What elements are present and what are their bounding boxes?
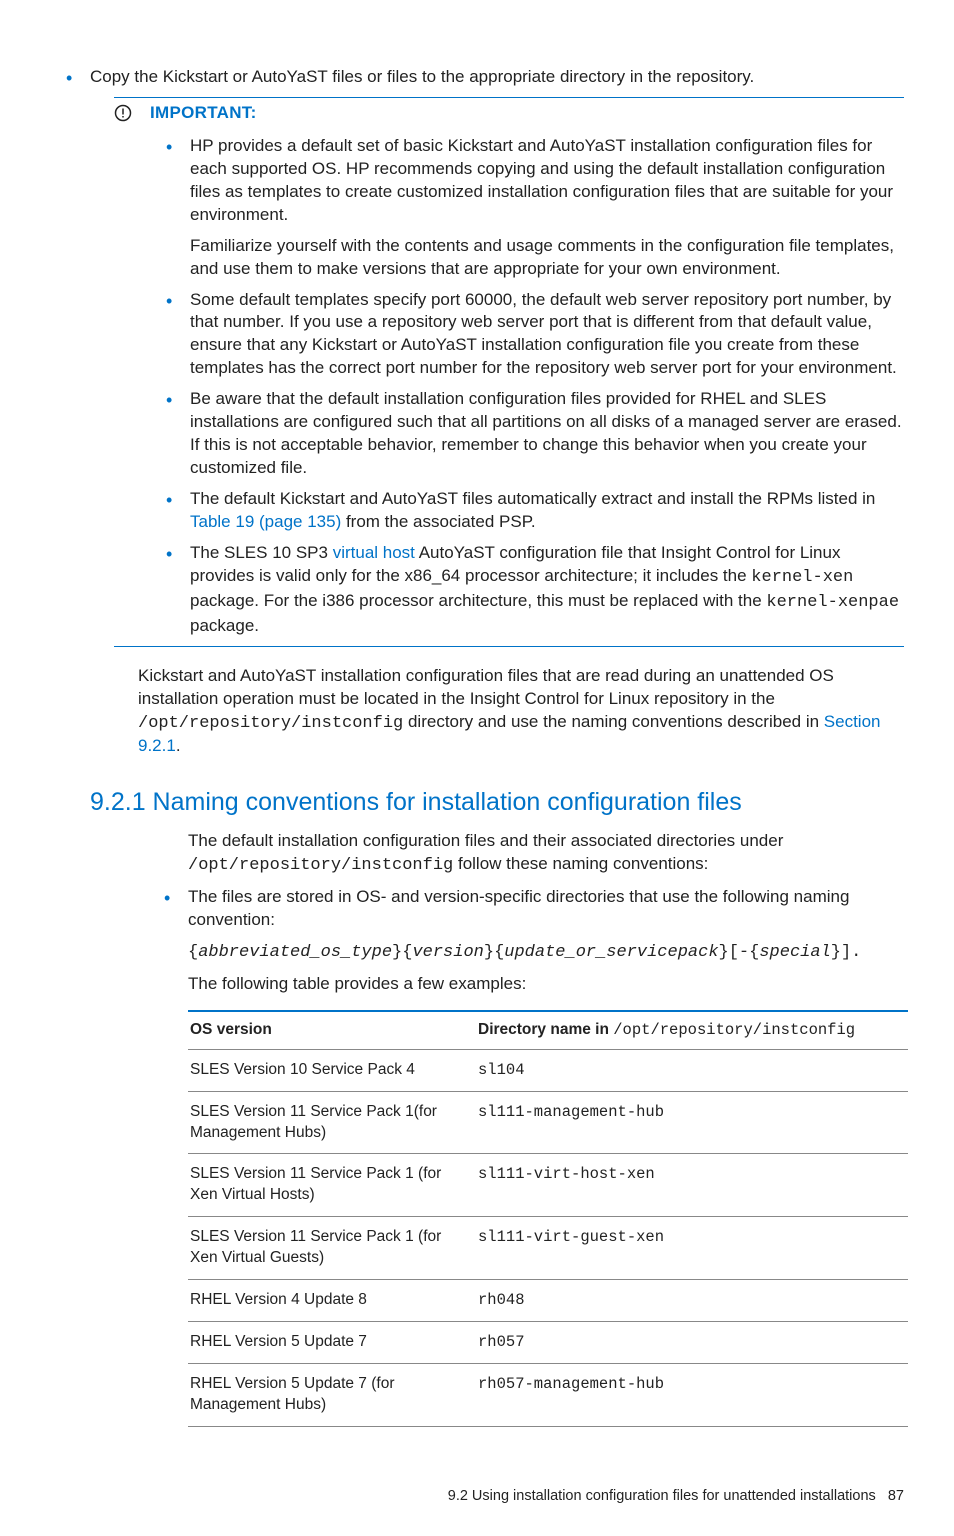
placeholder: version bbox=[412, 943, 483, 962]
page-number: 87 bbox=[888, 1488, 904, 1504]
os-version-cell: SLES Version 11 Service Pack 1(for Manag… bbox=[188, 1091, 476, 1154]
placeholder: update_or_servicepack bbox=[504, 943, 718, 962]
directory-cell: sl111-virt-guest-xen bbox=[476, 1217, 908, 1280]
os-version-cell: RHEL Version 5 Update 7 bbox=[188, 1322, 476, 1364]
directory-cell: rh057 bbox=[476, 1322, 908, 1364]
table-row: RHEL Version 4 Update 8rh048 bbox=[188, 1280, 908, 1322]
text: The default Kickstart and AutoYaST files… bbox=[190, 489, 875, 508]
table-row: SLES Version 10 Service Pack 4sl104 bbox=[188, 1049, 908, 1091]
placeholder: special bbox=[759, 943, 830, 962]
important-label: IMPORTANT: bbox=[150, 102, 904, 125]
paragraph: HP provides a default set of basic Kicks… bbox=[190, 135, 904, 227]
text: package. bbox=[190, 616, 259, 635]
brace: }{ bbox=[392, 943, 412, 962]
brace: }[-{ bbox=[719, 943, 760, 962]
list-item: The default Kickstart and AutoYaST files… bbox=[150, 488, 904, 534]
footer-text: 9.2 Using installation configuration fil… bbox=[448, 1488, 876, 1504]
list-item: Copy the Kickstart or AutoYaST files or … bbox=[50, 66, 904, 89]
brace: }{ bbox=[484, 943, 504, 962]
table-row: RHEL Version 5 Update 7 (for Management … bbox=[188, 1363, 908, 1426]
paragraph: Kickstart and AutoYaST installation conf… bbox=[138, 665, 904, 759]
text: from the associated PSP. bbox=[341, 512, 535, 531]
text: The SLES 10 SP3 bbox=[190, 543, 333, 562]
top-bullet-list: Copy the Kickstart or AutoYaST files or … bbox=[50, 66, 904, 89]
list-item: HP provides a default set of basic Kicks… bbox=[150, 135, 904, 281]
code: /opt/repository/instconfig bbox=[613, 1021, 855, 1039]
table-reference-link[interactable]: Table 19 (page 135) bbox=[190, 512, 341, 531]
naming-examples-table: OS version Directory name in /opt/reposi… bbox=[188, 1010, 908, 1427]
table-header: OS version bbox=[188, 1011, 476, 1049]
directory-cell: rh048 bbox=[476, 1280, 908, 1322]
brace: }]. bbox=[831, 943, 862, 962]
paragraph: Familiarize yourself with the contents a… bbox=[190, 235, 904, 281]
alert-icon bbox=[114, 104, 132, 122]
text: follow these naming conventions: bbox=[453, 854, 708, 873]
table-row: SLES Version 11 Service Pack 1 (for Xen … bbox=[188, 1154, 908, 1217]
paragraph: Some default templates specify port 6000… bbox=[190, 289, 904, 381]
divider bbox=[114, 646, 904, 647]
section-heading: 9.2.1 Naming conventions for installatio… bbox=[90, 786, 904, 820]
directory-cell: sl111-management-hub bbox=[476, 1091, 908, 1154]
list-item: The SLES 10 SP3 virtual host AutoYaST co… bbox=[150, 542, 904, 638]
paragraph: The default installation configuration f… bbox=[188, 830, 904, 878]
code: /opt/repository/instconfig bbox=[138, 714, 403, 733]
section-bullet-list: The files are stored in OS- and version-… bbox=[148, 886, 904, 1427]
table-row: RHEL Version 5 Update 7rh057 bbox=[188, 1322, 908, 1364]
page-footer: 9.2 Using installation configuration fil… bbox=[50, 1487, 904, 1507]
placeholder: abbreviated_os_type bbox=[198, 943, 392, 962]
directory-cell: sl111-virt-host-xen bbox=[476, 1154, 908, 1217]
paragraph: Be aware that the default installation c… bbox=[190, 388, 904, 480]
text: Kickstart and AutoYaST installation conf… bbox=[138, 666, 834, 708]
text: directory and use the naming conventions… bbox=[403, 712, 824, 731]
directory-cell: sl104 bbox=[476, 1049, 908, 1091]
os-version-cell: SLES Version 10 Service Pack 4 bbox=[188, 1049, 476, 1091]
naming-pattern: {abbreviated_os_type}{version}{update_or… bbox=[188, 942, 904, 965]
text: The files are stored in OS- and version-… bbox=[188, 887, 849, 929]
list-item: Be aware that the default installation c… bbox=[150, 388, 904, 480]
text: package. For the i386 processor architec… bbox=[190, 591, 766, 610]
list-item: Some default templates specify port 6000… bbox=[150, 289, 904, 381]
list-item: The files are stored in OS- and version-… bbox=[148, 886, 904, 1427]
glossary-term[interactable]: virtual host bbox=[333, 543, 415, 562]
paragraph: The following table provides a few examp… bbox=[188, 973, 904, 996]
text: . bbox=[176, 736, 181, 755]
os-version-cell: RHEL Version 4 Update 8 bbox=[188, 1280, 476, 1322]
directory-cell: rh057-management-hub bbox=[476, 1363, 908, 1426]
document-page: Copy the Kickstart or AutoYaST files or … bbox=[0, 0, 954, 1536]
table-row: SLES Version 11 Service Pack 1 (for Xen … bbox=[188, 1217, 908, 1280]
section-body: The default installation configuration f… bbox=[188, 830, 904, 1427]
table-row: SLES Version 11 Service Pack 1(for Manag… bbox=[188, 1091, 908, 1154]
code: kernel-xenpae bbox=[766, 593, 899, 612]
os-version-cell: SLES Version 11 Service Pack 1 (for Xen … bbox=[188, 1154, 476, 1217]
divider bbox=[114, 97, 904, 98]
os-version-cell: RHEL Version 5 Update 7 (for Management … bbox=[188, 1363, 476, 1426]
text: Directory name in bbox=[478, 1021, 613, 1038]
important-list: HP provides a default set of basic Kicks… bbox=[150, 135, 904, 638]
table-header: Directory name in /opt/repository/instco… bbox=[476, 1011, 908, 1049]
important-header-row: IMPORTANT: bbox=[114, 102, 904, 129]
text: The default installation configuration f… bbox=[188, 831, 783, 850]
code: kernel-xen bbox=[751, 568, 853, 587]
brace: { bbox=[188, 943, 198, 962]
code: /opt/repository/instconfig bbox=[188, 856, 453, 875]
os-version-cell: SLES Version 11 Service Pack 1 (for Xen … bbox=[188, 1217, 476, 1280]
